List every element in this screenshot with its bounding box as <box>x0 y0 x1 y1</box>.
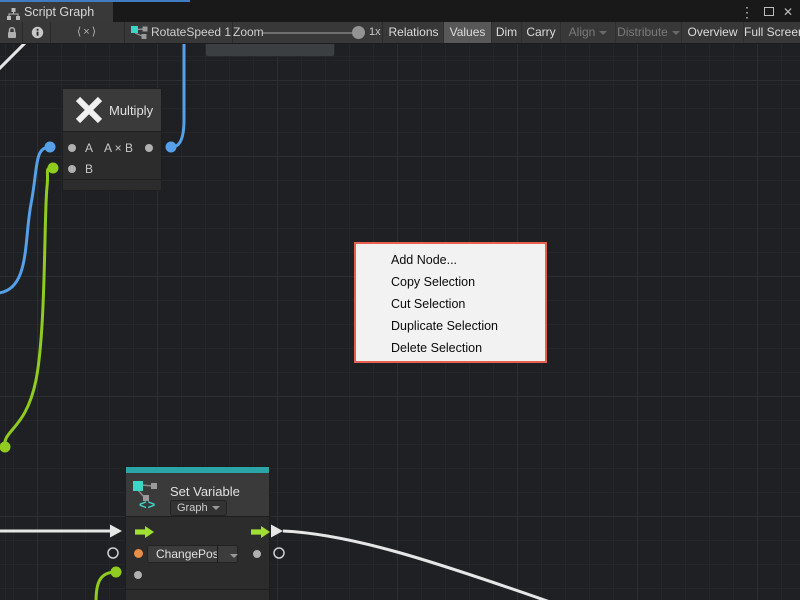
code-preview-button[interactable]: ⟨×⟩ <box>51 22 125 43</box>
node-multiply[interactable]: Multiply A A × B B <box>62 88 162 191</box>
menu-item-delete-selection[interactable]: Delete Selection <box>356 337 545 359</box>
code-brackets-icon: <> <box>139 497 156 512</box>
port-label-a: A <box>85 141 93 155</box>
maximize-icon[interactable] <box>764 7 774 16</box>
tab-label: Script Graph <box>24 2 94 22</box>
connection-blue-output <box>172 44 184 147</box>
zoom-slider-handle[interactable] <box>352 26 365 39</box>
script-machine-icon <box>131 26 148 43</box>
window-menu-icon[interactable]: ⋮ <box>740 3 754 21</box>
port-label-result: A × B <box>104 141 133 155</box>
variable-name-port[interactable] <box>134 549 143 558</box>
connection-white-topleft <box>0 44 27 70</box>
graph-breadcrumb[interactable]: RotateSpeed 1 <box>125 22 233 43</box>
distribute-dropdown[interactable]: Distribute <box>616 22 682 43</box>
lock-button[interactable] <box>0 22 23 43</box>
relations-button[interactable]: Relations <box>384 22 444 43</box>
node-title: Multiply <box>109 103 153 118</box>
info-button[interactable] <box>23 22 51 43</box>
input-port-a[interactable] <box>68 144 76 152</box>
variable-scope-dropdown[interactable]: Graph <box>170 500 227 516</box>
graph-toolbar: ⟨×⟩ RotateSpeed 1 Zoom 1x Relations Valu… <box>0 22 800 44</box>
empty-port-ring[interactable] <box>274 548 284 558</box>
overview-button[interactable]: Overview <box>682 22 744 43</box>
set-variable-node-header[interactable]: <> Set Variable Graph <box>126 473 269 517</box>
blue-port-dot[interactable] <box>45 142 56 153</box>
toolbar-buttons: Relations Values Dim Carry Align Distrib… <box>384 22 800 43</box>
partial-field <box>205 44 335 57</box>
tab-script-graph[interactable]: Script Graph <box>0 2 113 22</box>
context-menu: Add Node... Copy Selection Cut Selection… <box>354 242 547 363</box>
variable-name-dropdown[interactable]: ChangePos <box>147 545 228 563</box>
close-icon[interactable]: ✕ <box>783 3 793 21</box>
menu-item-cut-selection[interactable]: Cut Selection <box>356 293 545 315</box>
output-value-port[interactable] <box>253 550 261 558</box>
port-label-b: B <box>85 162 93 176</box>
values-button[interactable]: Values <box>444 22 492 43</box>
blue-port-dot[interactable] <box>166 142 177 153</box>
zoom-value: 1x <box>369 22 381 43</box>
flow-arrowhead-icon <box>110 525 122 538</box>
tab-bar: Script Graph ⋮ ✕ <box>0 0 800 22</box>
chevron-down-icon <box>230 554 238 558</box>
multiply-node-header[interactable]: Multiply <box>63 89 161 132</box>
chevron-down-icon <box>212 506 220 510</box>
dim-button[interactable]: Dim <box>492 22 522 43</box>
green-port-dot[interactable] <box>48 163 59 174</box>
flow-arrowhead-icon <box>271 525 283 538</box>
fullscreen-button[interactable]: Full Screen <box>744 22 800 43</box>
connection-blue-input-a <box>0 147 50 293</box>
node-set-variable[interactable]: <> Set Variable Graph ChangePos <box>125 466 270 600</box>
align-dropdown[interactable]: Align <box>561 22 616 43</box>
green-port-dot[interactable] <box>111 567 122 578</box>
chevron-down-icon <box>672 31 680 35</box>
control-output-arrow-icon[interactable] <box>251 526 270 538</box>
script-graph-window: Script Graph ⋮ ✕ ⟨×⟩ <box>0 0 800 600</box>
zoom-slider-track[interactable] <box>263 32 356 34</box>
input-value-port[interactable] <box>134 571 142 579</box>
connection-white-out-of-setvar <box>283 531 550 600</box>
lock-icon <box>6 26 18 39</box>
multiply-x-icon <box>74 95 104 125</box>
info-icon <box>31 26 44 39</box>
zoom-label: Zoom <box>233 22 264 43</box>
menu-item-duplicate-selection[interactable]: Duplicate Selection <box>356 315 545 337</box>
carry-button[interactable]: Carry <box>522 22 561 43</box>
output-port-result[interactable] <box>145 144 153 152</box>
connection-green-input-b <box>5 168 53 447</box>
control-input-arrow-icon[interactable] <box>135 526 154 538</box>
empty-port-ring[interactable] <box>108 548 118 558</box>
node-footer <box>63 179 161 191</box>
chevron-down-icon <box>599 31 607 35</box>
node-footer <box>126 589 269 600</box>
machine-name: RotateSpeed 1 <box>151 22 231 43</box>
menu-item-copy-selection[interactable]: Copy Selection <box>356 271 545 293</box>
node-title: Set Variable <box>170 484 240 499</box>
toolbar-separator <box>382 22 383 43</box>
input-port-b[interactable] <box>68 165 76 173</box>
connection-green-setvar <box>96 572 116 600</box>
menu-item-add-node[interactable]: Add Node... <box>356 249 545 271</box>
green-port-dot[interactable] <box>0 442 11 453</box>
variable-name-dropdown-button[interactable] <box>217 545 238 563</box>
